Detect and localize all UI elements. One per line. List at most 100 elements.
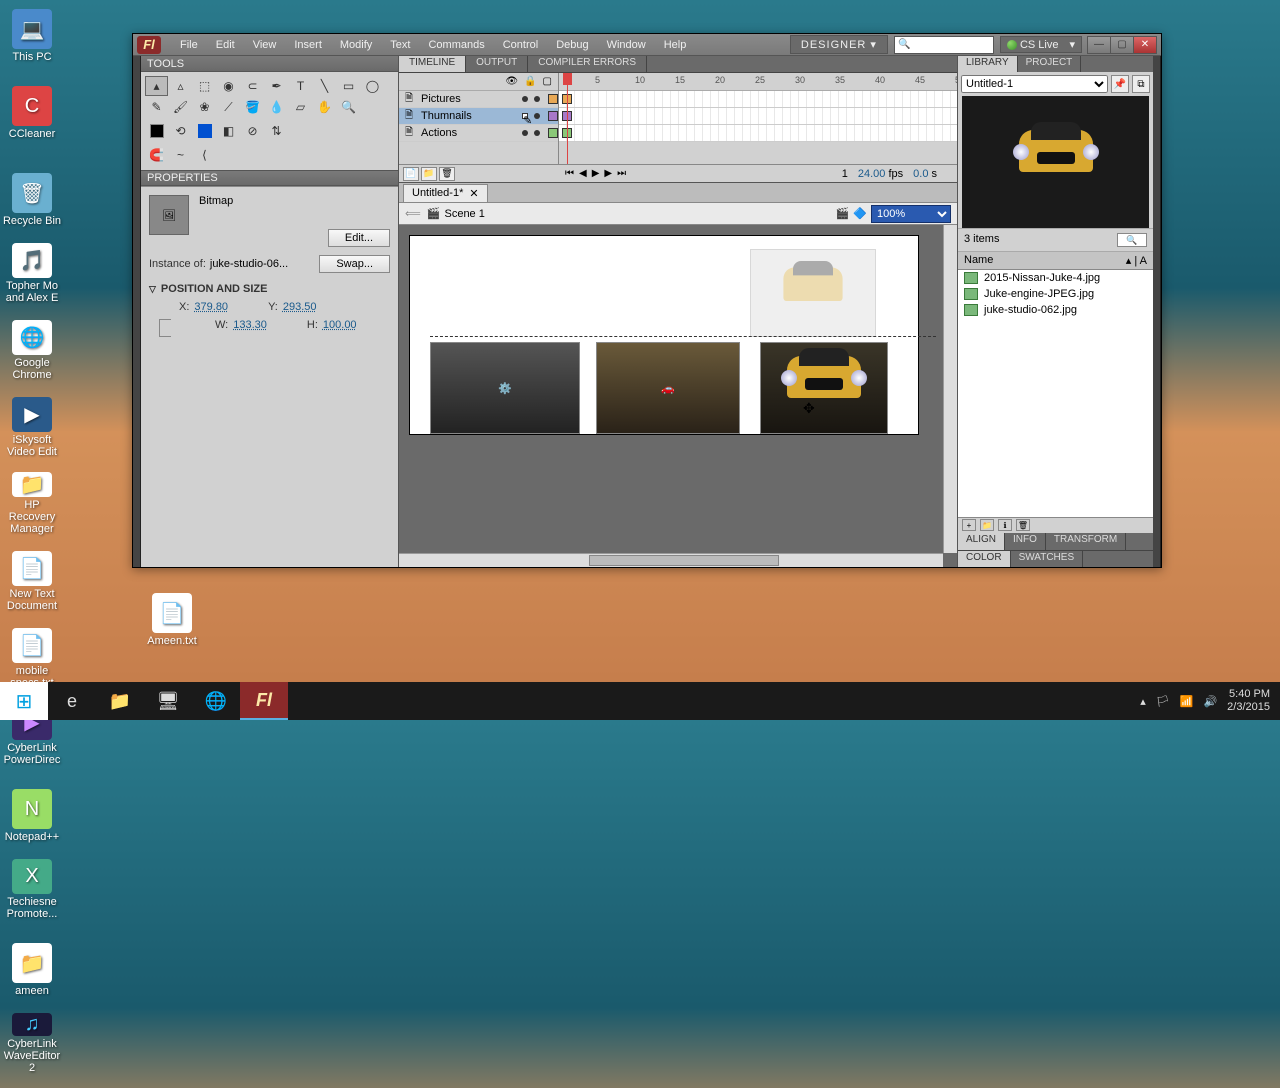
menu-view[interactable]: View (244, 36, 286, 54)
thumbnail-rear[interactable]: 🚗 (596, 342, 740, 434)
library-doc-select[interactable]: Untitled-1 (961, 75, 1108, 93)
stroke-swap[interactable]: ⟲ (169, 121, 192, 141)
eraser-tool[interactable]: ▱ (289, 97, 312, 117)
menu-text[interactable]: Text (381, 36, 419, 54)
library-item[interactable]: Juke-engine-JPEG.jpg (958, 286, 1153, 302)
layer-actions[interactable]: 🗎Actions (399, 125, 558, 142)
new-folder-button[interactable]: 📁 (421, 167, 437, 181)
snap-tool[interactable]: 🧲 (145, 145, 168, 165)
clock[interactable]: 5:40 PM 2/3/2015 (1227, 688, 1270, 714)
tab-color[interactable]: COLOR (958, 551, 1011, 567)
tray-flag-icon[interactable]: 🏳 (1156, 695, 1170, 708)
paint-bucket-tool[interactable]: 🪣 (241, 97, 264, 117)
bitmap-ghost[interactable] (750, 249, 876, 337)
edit-symbols-button[interactable]: 🔷 (853, 207, 867, 220)
layer-thumnails[interactable]: 🗎Thumnails ✎ (399, 108, 558, 125)
fps-value[interactable]: 24.00 (858, 168, 886, 180)
stage[interactable]: ⚙️ 🚗 ✥ (409, 235, 919, 435)
layer-pictures[interactable]: 🗎Pictures (399, 91, 558, 108)
desktop-icon-waveeditor[interactable]: ♫CyberLink WaveEditor 2 (0, 1011, 64, 1076)
bone-tool[interactable]: ⟋ (217, 97, 240, 117)
taskbar-explorer[interactable]: 📁 (96, 682, 144, 720)
taskbar-chrome[interactable]: 🌐 (192, 682, 240, 720)
desktop-icon-ameen[interactable]: 📁ameen (0, 934, 64, 999)
new-symbol-button[interactable]: + (962, 519, 976, 531)
play-button[interactable]: ▶ (590, 168, 602, 179)
tab-swatches[interactable]: SWATCHES (1011, 551, 1084, 567)
close-button[interactable]: ✕ (1133, 36, 1157, 54)
desktop-icon-hprecovery[interactable]: 📁HP Recovery Manager (0, 472, 64, 537)
new-library-button[interactable]: ⧉ (1132, 75, 1150, 93)
menu-window[interactable]: Window (598, 36, 655, 54)
position-size-header[interactable]: ▽POSITION AND SIZE (149, 283, 390, 295)
swap-colors[interactable]: ⇅ (265, 121, 288, 141)
tab-library[interactable]: LIBRARY (958, 56, 1018, 72)
maximize-button[interactable]: ▢ (1110, 36, 1134, 54)
pin-library-button[interactable]: 📌 (1111, 75, 1129, 93)
line-tool[interactable]: ╲ (313, 76, 336, 96)
library-item[interactable]: 2015-Nissan-Juke-4.jpg (958, 270, 1153, 286)
first-frame-button[interactable]: ⏮ (563, 168, 576, 179)
smooth-tool[interactable]: ~ (169, 145, 192, 165)
h-value[interactable]: 100.00 (323, 319, 357, 331)
straighten-tool[interactable]: ⟨ (193, 145, 216, 165)
right-dock[interactable] (1153, 56, 1161, 567)
taskbar-flash[interactable]: Fl (240, 682, 288, 720)
menu-help[interactable]: Help (655, 36, 696, 54)
zoom-tool[interactable]: 🔍 (337, 97, 360, 117)
eyedropper-tool[interactable]: 💧 (265, 97, 288, 117)
library-name-header[interactable]: Name▴ | A (958, 252, 1153, 270)
desktop-icon-ameentxt[interactable]: 📄Ameen.txt (140, 584, 204, 649)
no-color[interactable]: ⊘ (241, 121, 264, 141)
minimize-button[interactable]: — (1087, 36, 1111, 54)
lasso-tool[interactable]: ⊂ (241, 76, 264, 96)
stroke-color[interactable] (145, 121, 168, 141)
prev-frame-button[interactable]: ◀ (577, 168, 589, 179)
hand-tool[interactable]: ✋ (313, 97, 336, 117)
thumbnail-engine[interactable]: ⚙️ (430, 342, 580, 434)
new-layer-button[interactable]: 📄 (403, 167, 419, 181)
tab-output[interactable]: OUTPUT (466, 56, 528, 72)
cs-live-button[interactable]: CS Live▾ (1000, 36, 1082, 53)
menu-file[interactable]: File (171, 36, 207, 54)
edit-scene-button[interactable]: 🎬 (836, 207, 850, 220)
black-white[interactable]: ◧ (217, 121, 240, 141)
back-button[interactable]: ⟸ (405, 207, 421, 220)
close-tab-icon[interactable]: ✕ (469, 187, 478, 200)
swap-button[interactable]: Swap... (319, 255, 390, 273)
tray-up-icon[interactable]: ▴ (1140, 695, 1146, 708)
pencil-tool[interactable]: ✎ (145, 97, 168, 117)
lock-wh-icon[interactable] (159, 319, 171, 337)
menu-commands[interactable]: Commands (419, 36, 493, 54)
desktop-icon-mp3[interactable]: 🎵Topher Mo and Alex E (0, 241, 64, 306)
outline-icon[interactable]: ▢ (543, 76, 552, 87)
desktop-icon-recyclebin[interactable]: 🗑Recycle Bin (0, 164, 64, 229)
stage-scrollbar-v[interactable] (943, 225, 957, 553)
tab-info[interactable]: INFO (1005, 533, 1046, 550)
current-frame[interactable]: 1 (842, 168, 848, 180)
menu-modify[interactable]: Modify (331, 36, 381, 54)
brush-tool[interactable]: 🖌 (169, 97, 192, 117)
oval-tool[interactable]: ◯ (361, 76, 384, 96)
deco-tool[interactable]: ❀ (193, 97, 216, 117)
taskbar-app[interactable]: 🖥 (144, 682, 192, 720)
free-transform-tool[interactable]: ⬚ (193, 76, 216, 96)
desktop-icon-newtext[interactable]: 📄New Text Document (0, 549, 64, 614)
desktop-icon-thispc[interactable]: 💻This PC (0, 0, 64, 65)
desktop-icon-techiesne[interactable]: XTechiesne Promote... (0, 857, 64, 922)
tray-network-icon[interactable]: 📶 (1180, 695, 1194, 708)
tab-compiler-errors[interactable]: COMPILER ERRORS (528, 56, 647, 72)
zoom-select[interactable]: 100% (871, 205, 951, 223)
selection-tool[interactable]: ▴ (145, 76, 168, 96)
stage-scrollbar-h[interactable] (399, 553, 943, 567)
last-frame-button[interactable]: ⏭ (615, 168, 628, 179)
eye-icon[interactable]: 👁 (505, 76, 518, 87)
menu-control[interactable]: Control (494, 36, 547, 54)
3d-rotation-tool[interactable]: ◉ (217, 76, 240, 96)
left-dock[interactable] (133, 56, 141, 567)
fill-color[interactable] (193, 121, 216, 141)
next-frame-button[interactable]: ▶ (602, 168, 614, 179)
text-tool[interactable]: T (289, 76, 312, 96)
menu-insert[interactable]: Insert (285, 36, 331, 54)
stage-area[interactable]: ⚙️ 🚗 ✥ (399, 225, 957, 567)
